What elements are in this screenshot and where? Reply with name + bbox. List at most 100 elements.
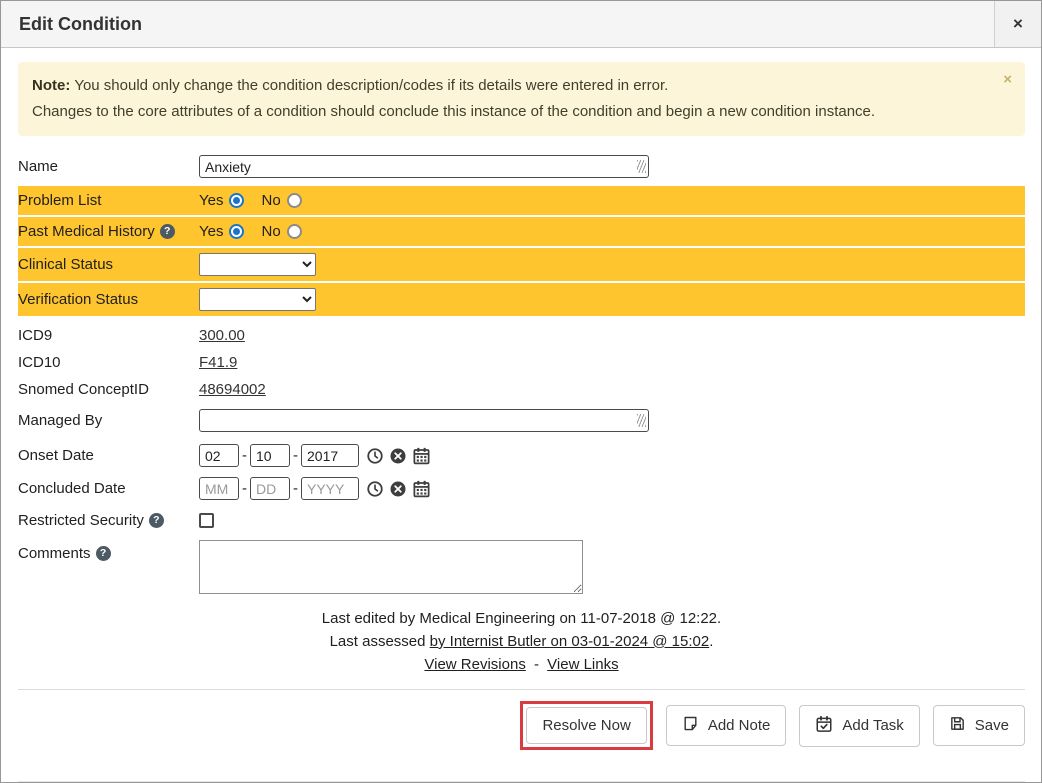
concluded-day-input[interactable] [250,477,290,500]
concluded-date-icons [366,479,431,498]
save-button[interactable]: Save [933,705,1025,746]
icd9-code-link[interactable]: 300.00 [199,327,245,344]
concluded-clock-icon[interactable] [366,480,384,498]
note-dismiss-button[interactable]: × [1003,71,1012,88]
clinical-status-label: Clinical Status [18,256,199,273]
view-links-line: View Revisions - View Links [18,653,1025,676]
view-revisions-link[interactable]: View Revisions [424,656,525,673]
last-assessed-link[interactable]: by Internist Butler on 03-01-2024 @ 15:0… [430,633,710,650]
problem-list-label: Problem List [18,192,199,209]
onset-clear-icon[interactable] [389,447,407,465]
date-separator: - [293,480,298,497]
past-medical-history-row: Past Medical History ? Yes No [18,217,1025,246]
last-assessed-line: Last assessed by Internist Butler on 03-… [18,630,1025,653]
help-icon[interactable]: ? [149,513,164,528]
onset-calendar-icon[interactable] [412,446,431,465]
past-medical-history-label-text: Past Medical History [18,223,155,240]
problem-list-no-label: No [261,192,280,209]
snomed-label: Snomed ConceptID [18,381,199,398]
help-icon[interactable]: ? [96,546,111,561]
restricted-security-checkbox[interactable] [199,513,214,528]
name-input[interactable] [199,155,649,178]
task-calendar-icon [815,715,833,737]
pmh-no-radio[interactable] [287,224,302,239]
onset-month-input[interactable] [199,444,239,467]
add-task-button[interactable]: Add Task [799,705,919,747]
name-row: Name [18,153,1025,181]
concluded-clear-icon[interactable] [389,480,407,498]
view-links-link[interactable]: View Links [547,656,618,673]
add-task-label: Add Task [842,717,903,734]
clinical-status-row: Clinical Status [18,248,1025,281]
verification-status-select[interactable] [199,288,316,311]
icd10-code-link[interactable]: F41.9 [199,354,237,371]
problem-list-row: Problem List Yes No [18,186,1025,215]
edit-condition-dialog: Edit Condition × × Note:You should only … [0,0,1042,783]
pmh-yes-label: Yes [199,223,223,240]
note-text-1: You should only change the condition des… [74,77,668,94]
resolve-now-label: Resolve Now [542,717,630,734]
onset-date-label: Onset Date [18,447,199,464]
meta-separator: - [534,656,539,673]
problem-list-yes-label: Yes [199,192,223,209]
onset-clock-icon[interactable] [366,447,384,465]
icd9-row: ICD9 300.00 [18,322,1025,349]
name-label: Name [18,158,199,175]
dialog-header: Edit Condition × [1,1,1041,48]
save-icon [949,715,966,736]
concluded-year-input[interactable] [301,477,359,500]
past-medical-history-radio-group: Yes No [199,223,319,240]
managed-by-row: Managed By [18,406,1025,436]
note-icon [682,715,699,736]
onset-date-icons [366,446,431,465]
date-separator: - [242,447,247,464]
verification-status-label: Verification Status [18,291,199,308]
dialog-title: Edit Condition [1,1,994,47]
comments-label-text: Comments [18,545,91,562]
clinical-status-select[interactable] [199,253,316,276]
date-separator: - [293,447,298,464]
verification-status-row: Verification Status [18,283,1025,316]
managed-by-input[interactable] [199,409,649,432]
annotation-highlight-box: Resolve Now [520,701,652,750]
comments-textarea[interactable] [199,540,583,594]
problem-list-yes-radio[interactable] [229,193,244,208]
concluded-date-label: Concluded Date [18,480,199,497]
comments-row: Comments ? [18,540,1025,594]
button-bar: Resolve Now Add Note Add Task Save [18,689,1025,750]
note-prefix: Note: [32,77,70,94]
icd10-label: ICD10 [18,354,199,371]
onset-year-input[interactable] [301,444,359,467]
problem-list-no-radio[interactable] [287,193,302,208]
note-banner: × Note:You should only change the condit… [18,62,1025,136]
restricted-security-label-text: Restricted Security [18,512,144,529]
concluded-date-row: Concluded Date - - [18,474,1025,504]
footer-divider [18,781,1025,782]
save-label: Save [975,717,1009,734]
concluded-month-input[interactable] [199,477,239,500]
snomed-code-link[interactable]: 48694002 [199,381,266,398]
comments-label: Comments ? [18,540,199,562]
dialog-close-button[interactable]: × [994,1,1041,47]
add-note-label: Add Note [708,717,771,734]
icd9-label: ICD9 [18,327,199,344]
meta-section: Last edited by Medical Engineering on 11… [18,607,1025,677]
dialog-body: × Note:You should only change the condit… [1,48,1041,782]
managed-by-label: Managed By [18,412,199,429]
close-icon: × [1003,71,1012,88]
past-medical-history-label: Past Medical History ? [18,223,199,240]
pmh-yes-radio[interactable] [229,224,244,239]
help-icon[interactable]: ? [160,224,175,239]
concluded-calendar-icon[interactable] [412,479,431,498]
last-edited-line: Last edited by Medical Engineering on 11… [18,607,1025,630]
onset-day-input[interactable] [250,444,290,467]
note-line-2: Changes to the core attributes of a cond… [32,99,981,125]
resolve-now-button[interactable]: Resolve Now [526,707,646,744]
problem-list-radio-group: Yes No [199,192,319,209]
note-line-1: Note:You should only change the conditio… [32,73,981,99]
onset-date-row: Onset Date - - [18,441,1025,471]
add-note-button[interactable]: Add Note [666,705,787,746]
date-separator: - [242,480,247,497]
snomed-row: Snomed ConceptID 48694002 [18,376,1025,403]
restricted-security-row: Restricted Security ? [18,507,1025,535]
